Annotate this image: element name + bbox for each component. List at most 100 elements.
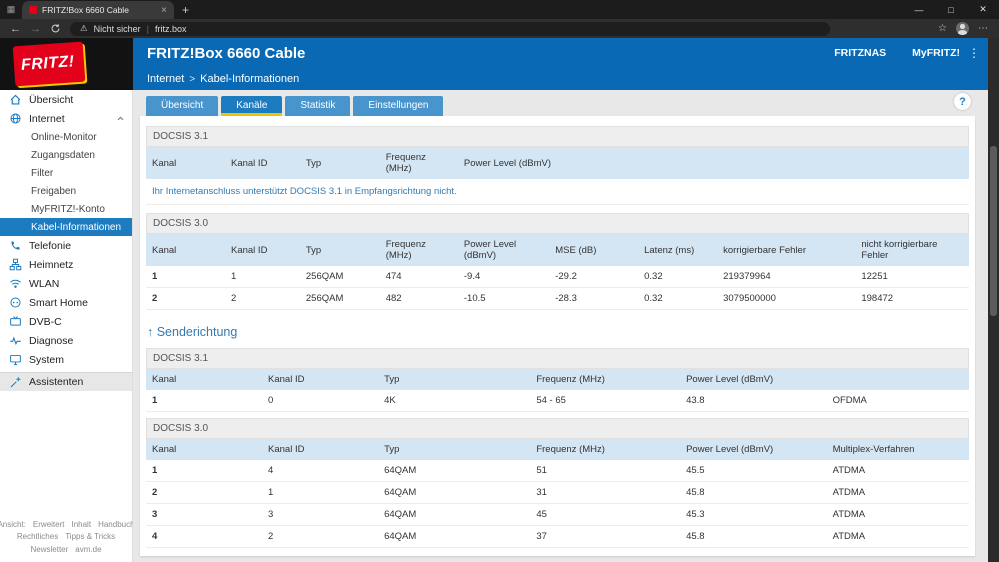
table-cell: 45.5 — [680, 460, 827, 482]
column-header: Frequenz (MHz) — [530, 369, 681, 390]
sidebar-item-uebersicht[interactable]: Übersicht — [0, 90, 132, 109]
sidebar-item-dvb-c[interactable]: DVB-C — [0, 312, 132, 331]
sidebar-item-myfritz-konto[interactable]: MyFRITZ!-Konto — [0, 200, 132, 218]
page-header: FRITZ!Box 6660 Cable FRITZNAS MyFRITZ! ⋮… — [133, 38, 988, 90]
receive-docsis31-table: Kanal Kanal ID Typ Frequenz (MHz) Power Leve… — [146, 147, 969, 179]
table-cell: 1 — [225, 266, 300, 288]
page-scrollbar[interactable] — [988, 38, 999, 562]
fritznas-link[interactable]: FRITZNAS — [834, 47, 886, 59]
favorites-star-icon[interactable]: ☆ — [938, 23, 947, 34]
table-row: 2 2 256QAM 482 -10.5 -28.3 0.32 3079500000 19847… — [146, 287, 969, 310]
column-header: Power Level (dBmV) — [680, 369, 827, 390]
column-header: Frequenz (MHz) — [379, 234, 458, 266]
security-warning-icon[interactable]: ⚠ — [80, 23, 88, 34]
sidebar-item-smart-home[interactable]: Smart Home — [0, 293, 132, 312]
footer-link-tipps[interactable]: Tipps & Tricks — [65, 531, 115, 543]
help-icon[interactable]: ? — [954, 93, 971, 110]
table-row: 3 3 64QAM 45 45.3 ATDMA — [146, 503, 969, 526]
breadcrumb-kabel-informationen[interactable]: Kabel-Informationen — [200, 73, 299, 85]
url-field[interactable]: ⚠ Nicht sicher | fritz.box — [70, 21, 830, 36]
wifi-icon — [9, 277, 22, 290]
column-header: Kanal ID — [262, 369, 379, 390]
sidebar-item-kabel-informationen[interactable]: Kabel-Informationen — [0, 218, 132, 236]
browser-tab-title: FRITZ!Box 6660 Cable — [42, 5, 129, 15]
url-divider: | — [146, 23, 149, 34]
sidebar-item-heimnetz[interactable]: Heimnetz — [0, 255, 132, 274]
table-cell: -10.5 — [457, 287, 550, 310]
table-cell: 37 — [530, 525, 681, 548]
close-button[interactable]: ✕ — [967, 0, 999, 19]
tab-actions-icon[interactable]: ▦ — [0, 4, 22, 15]
forward-icon[interactable]: → — [30, 23, 41, 35]
footer-link-erweitert[interactable]: Erweitert — [33, 519, 65, 531]
footer-link-rechtliches[interactable]: Rechtliches — [17, 531, 58, 543]
tab-kanaele[interactable]: Kanäle — [221, 96, 283, 116]
tab-einstellungen[interactable]: Einstellungen — [353, 96, 444, 116]
column-header: Typ — [378, 439, 531, 460]
content-tabs: Übersicht Kanäle Statistik Einstellungen — [146, 96, 988, 116]
column-header: Kanal ID — [225, 234, 300, 266]
table-cell: 2 — [225, 287, 300, 310]
fritz-logo[interactable]: FRITZ! — [12, 41, 85, 87]
sidebar-item-filter[interactable]: Filter — [0, 164, 132, 182]
browser-tab[interactable]: FRITZ!Box 6660 Cable × — [22, 0, 174, 20]
sidebar-item-assistenten[interactable]: Assistenten — [0, 372, 132, 391]
tab-uebersicht[interactable]: Übersicht — [146, 96, 219, 116]
footer-link-inhalt[interactable]: Inhalt — [71, 519, 91, 531]
breadcrumb-internet[interactable]: Internet — [147, 73, 184, 85]
outlet-icon — [9, 296, 22, 309]
profile-avatar[interactable] — [956, 22, 969, 35]
pulse-icon — [9, 334, 22, 347]
header-menu-dots-icon[interactable]: ⋮ — [968, 46, 980, 60]
column-header: Latenz (ms) — [638, 234, 718, 266]
sidebar-item-system[interactable]: System — [0, 350, 132, 369]
table-cell: 4K — [378, 390, 531, 412]
send-docsis30-table: Kanal Kanal ID Typ Frequenz (MHz) Power Leve… — [146, 439, 969, 548]
maximize-button[interactable]: □ — [935, 0, 967, 19]
table-cell: 4 — [146, 525, 263, 548]
column-header: Typ — [378, 369, 531, 390]
table-row: 1 4 64QAM 51 45.5 ATDMA — [146, 460, 969, 482]
sidebar-item-wlan[interactable]: WLAN — [0, 274, 132, 293]
table-cell: 45.8 — [680, 481, 827, 504]
network-icon — [9, 258, 22, 271]
browser-address-bar: ← → ⚠ Nicht sicher | fritz.box ☆ ⋯ — [0, 19, 999, 38]
column-header: nicht korrigierbare Fehler — [855, 234, 969, 266]
sidebar-item-zugangsdaten[interactable]: Zugangsdaten — [0, 146, 132, 164]
sidebar-item-diagnose[interactable]: Diagnose — [0, 331, 132, 350]
view-label: Ansicht: — [0, 519, 26, 529]
sidebar-item-online-monitor[interactable]: Online-Monitor — [0, 128, 132, 146]
browser-menu-icon[interactable]: ⋯ — [978, 23, 989, 34]
tab-statistik[interactable]: Statistik — [285, 96, 351, 116]
sidebar-item-telefonie[interactable]: Telefonie — [0, 236, 132, 255]
globe-icon — [9, 112, 22, 125]
column-header: Kanal — [146, 234, 225, 266]
scrollbar-thumb[interactable] — [990, 146, 997, 316]
footer-link-handbuch[interactable]: Handbuch — [98, 519, 134, 531]
page-title: FRITZ!Box 6660 Cable — [147, 44, 306, 62]
screen: ▦ FRITZ!Box 6660 Cable × + — □ ✕ ← → ⚠ N… — [0, 0, 999, 562]
back-icon[interactable]: ← — [10, 23, 21, 35]
channel-info-panel: DOCSIS 3.1 Kanal Kanal ID Typ Frequenz (MHz… — [140, 116, 975, 556]
new-tab-button[interactable]: + — [182, 3, 189, 17]
refresh-icon[interactable] — [50, 23, 61, 34]
sidebar-item-freigaben[interactable]: Freigaben — [0, 182, 132, 200]
send-direction-heading: ↑ Senderichtung — [147, 325, 238, 339]
table-cell: 482 — [379, 287, 458, 310]
footer-link-newsletter[interactable]: Newsletter — [30, 544, 68, 556]
breadcrumb: Internet > Kabel-Informationen — [133, 68, 988, 90]
table-cell: 2 — [146, 287, 225, 310]
footer-link-avmde[interactable]: avm.de — [75, 544, 101, 556]
window-controls: — □ ✕ — [903, 0, 999, 19]
column-header: Typ — [299, 234, 380, 266]
table-cell: 1 — [146, 266, 225, 288]
myfritz-link[interactable]: MyFRITZ! — [912, 47, 960, 59]
minimize-button[interactable]: — — [903, 0, 935, 19]
sidebar-item-internet[interactable]: Internet — [0, 109, 132, 128]
table-cell: 0.32 — [638, 287, 718, 310]
tab-close-icon[interactable]: × — [161, 5, 167, 16]
table-cell: ATDMA — [826, 525, 969, 548]
table-cell: OFDMA — [826, 390, 969, 412]
table-cell: 198472 — [855, 287, 969, 310]
fritzbox-page: FRITZ! FRITZ!Box 6660 Cable FRITZNAS MyF… — [0, 38, 988, 562]
